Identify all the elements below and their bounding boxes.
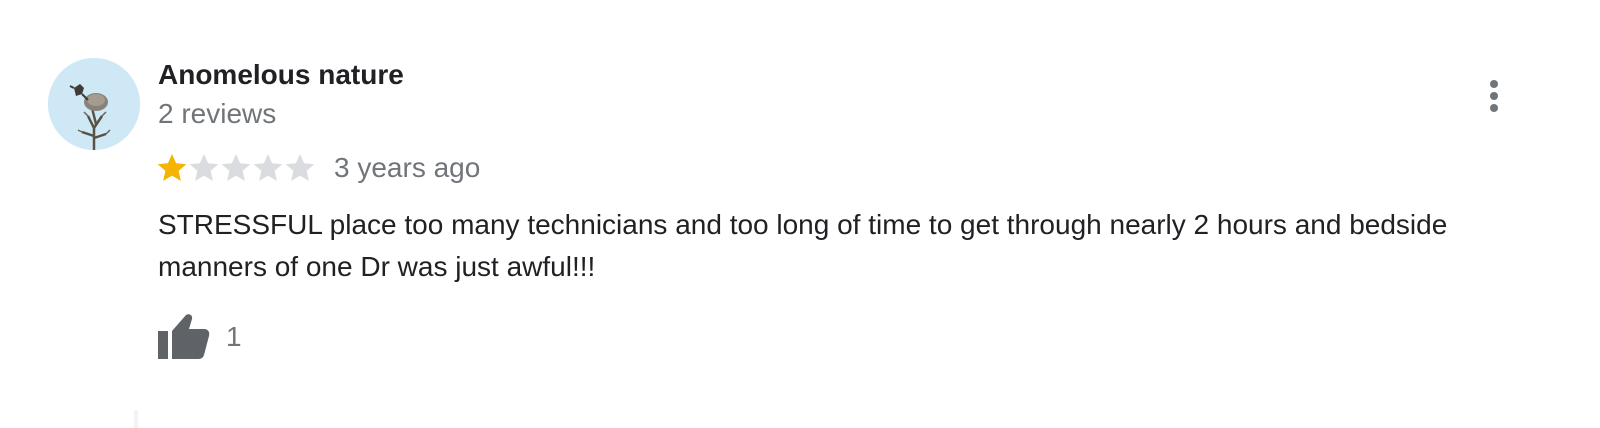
review-card: Anomelous nature 2 reviews 3 years ago S…: [0, 0, 1600, 428]
more-vert-icon-dot: [1490, 80, 1498, 88]
star-empty-icon: [188, 152, 220, 184]
star-filled-icon: [156, 152, 188, 184]
star-empty-icon: [220, 152, 252, 184]
rating-row: 3 years ago: [156, 150, 480, 186]
author-review-count[interactable]: 2 reviews: [158, 98, 276, 130]
bird-on-tree-icon: [48, 58, 140, 150]
star-empty-icon: [252, 152, 284, 184]
star-empty-icon: [284, 152, 316, 184]
more-vert-icon-dot: [1490, 104, 1498, 112]
like-row: 1: [158, 312, 242, 362]
more-options-button[interactable]: [1474, 76, 1514, 116]
like-count: 1: [226, 321, 242, 352]
review-text: STRESSFUL place too many technicians and…: [158, 209, 1448, 282]
author-name[interactable]: Anomelous nature: [158, 58, 404, 92]
thumbs-up-icon: [158, 314, 210, 359]
next-item-edge: [134, 410, 138, 428]
star-rating: [156, 152, 316, 184]
review-time: 3 years ago: [334, 152, 481, 183]
author-avatar[interactable]: [48, 58, 140, 150]
more-vert-icon-dot: [1490, 92, 1498, 100]
like-button[interactable]: [158, 312, 212, 362]
